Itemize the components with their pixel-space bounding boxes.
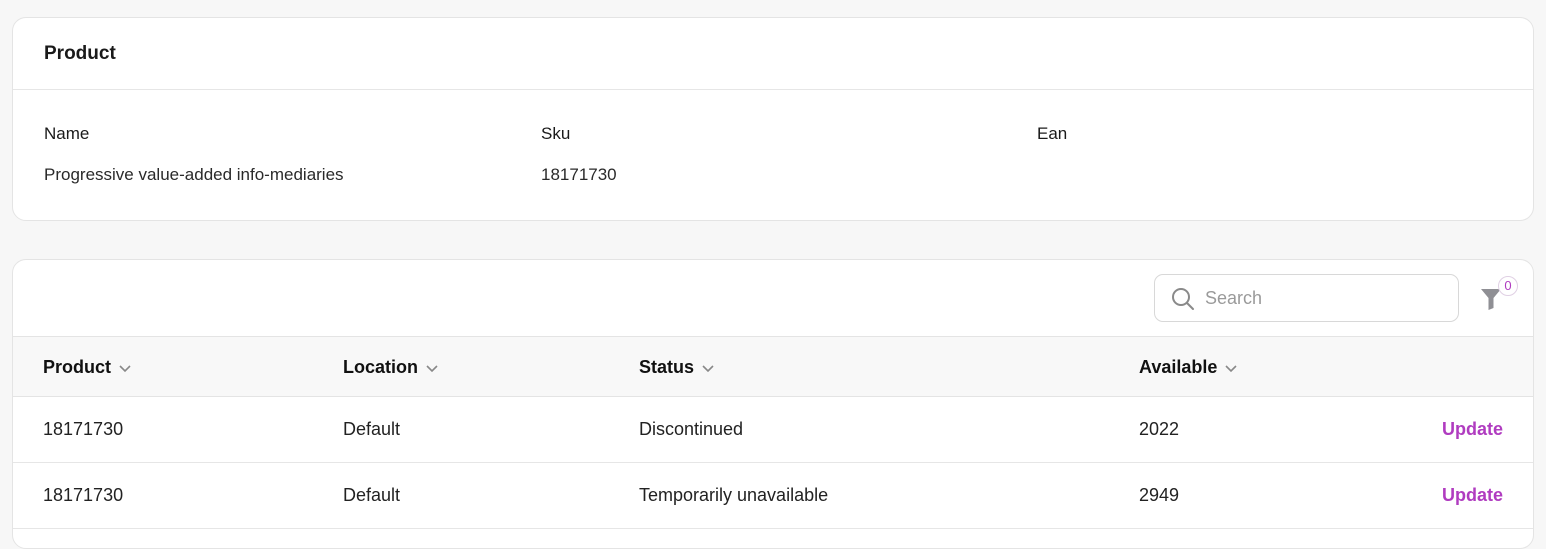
column-header-available-label: Available [1139,357,1218,377]
update-button[interactable]: Update [1442,485,1503,506]
column-header-product[interactable]: Product [43,357,133,378]
table-toolbar: 0 [13,260,1533,336]
cell-location: Default [343,485,401,505]
field-name-value: Progressive value-added info-mediaries [44,165,344,184]
table-row: 18171730 Default Discontinued 2022 Updat… [13,397,1533,463]
product-fields: Name Progressive value-added info-mediar… [13,18,1533,220]
table-row: 18171730 Default Temporarily unavailable… [13,463,1533,529]
cell-product: 18171730 [43,419,124,439]
column-header-available[interactable]: Available [1139,357,1239,378]
field-sku-label: Sku [541,124,571,143]
filter-button[interactable]: 0 [1476,275,1520,319]
search-icon [1172,288,1194,310]
update-button[interactable]: Update [1442,419,1503,440]
field-name-label: Name [44,124,90,143]
field-ean-label: Ean [1037,124,1068,143]
column-header-status[interactable]: Status [639,357,716,378]
cell-status: Discontinued [639,419,744,439]
column-header-status-label: Status [639,357,695,377]
inventory-card: 0 Product Location Status Available 1817… [12,259,1534,549]
table-header: Product Location Status Available [13,336,1533,397]
chevron-down-icon [702,364,714,372]
product-card: Product Name Progressive value-added inf… [12,17,1534,221]
search-box[interactable] [1154,274,1459,322]
search-input[interactable] [1205,283,1445,313]
filter-count-badge: 0 [1498,276,1518,296]
cell-product: 18171730 [43,485,124,505]
column-header-location-label: Location [343,357,418,377]
field-sku-value: 18171730 [541,165,617,184]
chevron-down-icon [119,364,131,372]
cell-available: 2949 [1139,485,1180,505]
cell-location: Default [343,419,401,439]
cell-available: 2022 [1139,419,1180,439]
column-header-location[interactable]: Location [343,357,440,378]
column-header-product-label: Product [43,357,112,377]
chevron-down-icon [426,364,438,372]
cell-status: Temporarily unavailable [639,485,829,505]
chevron-down-icon [1225,364,1237,372]
